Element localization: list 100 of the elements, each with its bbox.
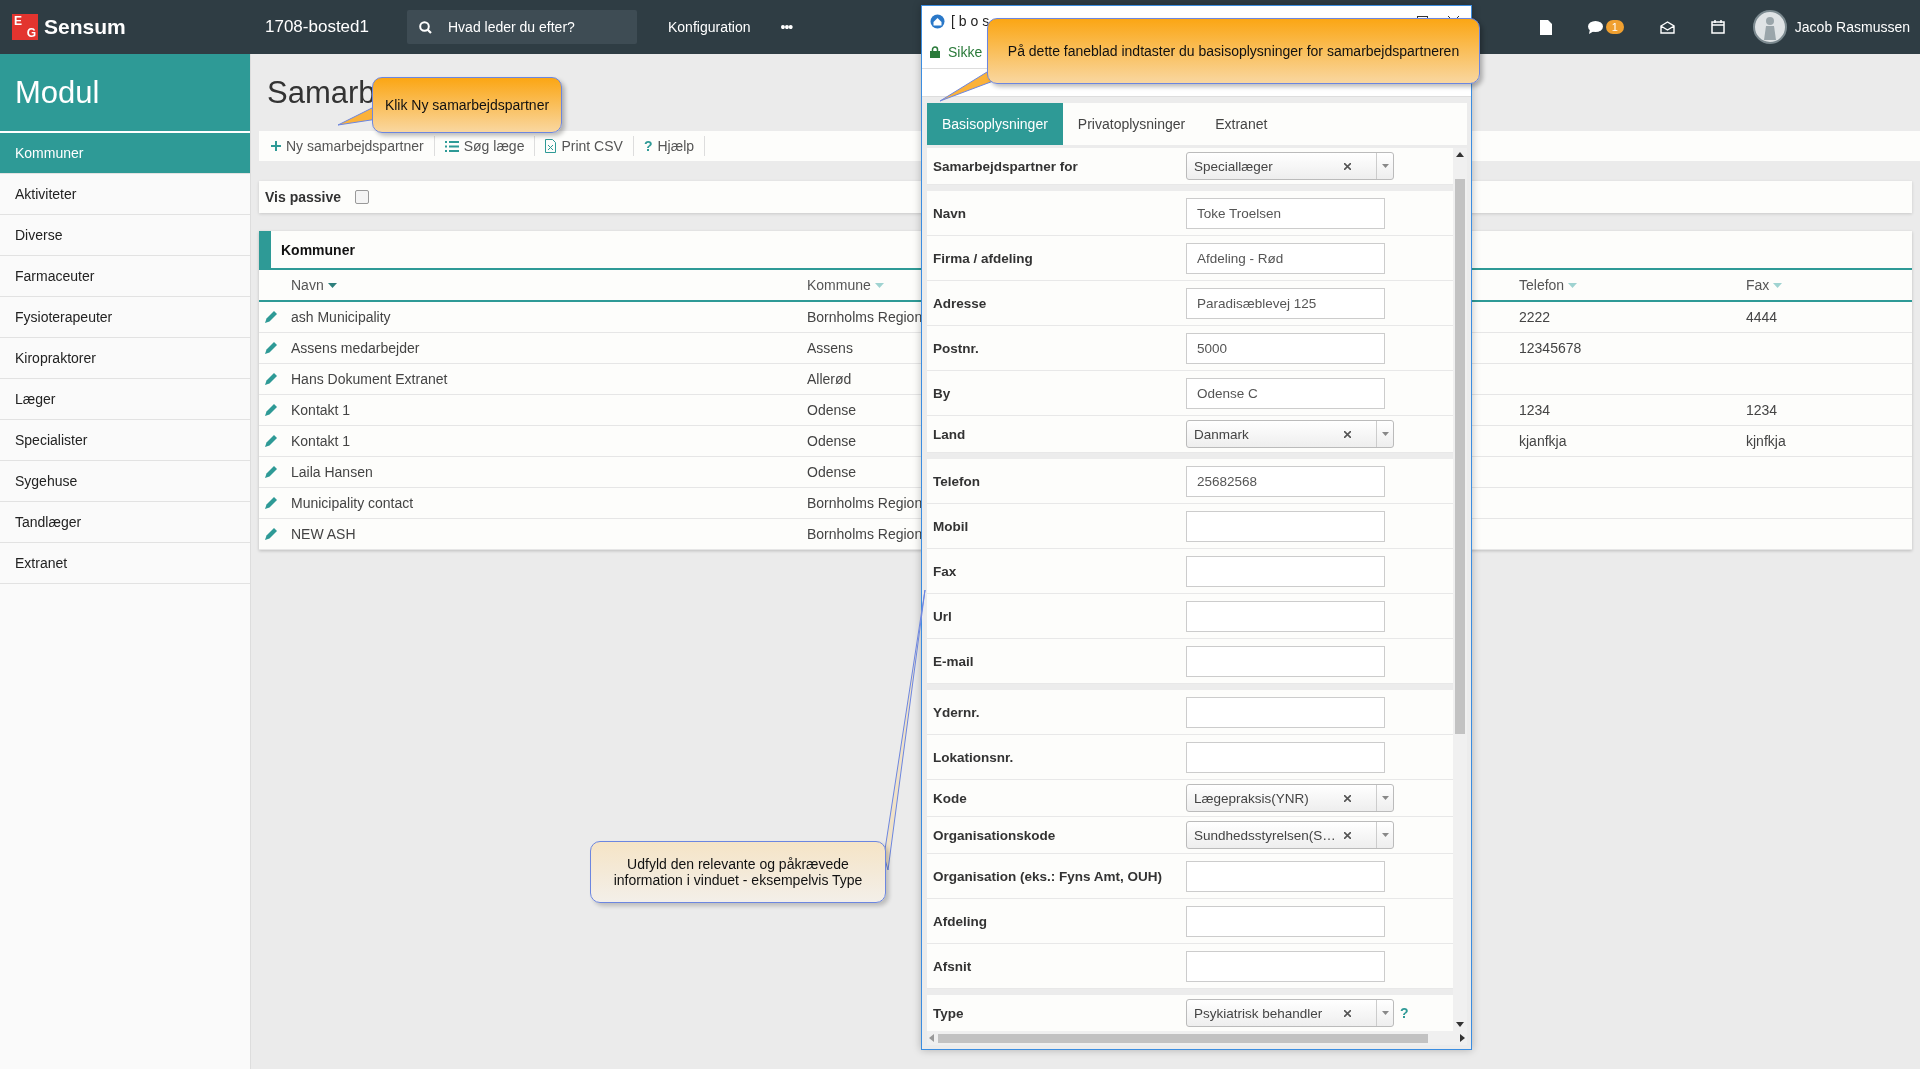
dropdown-caret-icon[interactable] <box>1381 833 1389 837</box>
clear-icon[interactable] <box>1344 1009 1351 1017</box>
field-label: Telefon <box>933 473 981 489</box>
tab[interactable]: Privatoplysninger <box>1062 103 1201 145</box>
column-header[interactable]: Navn <box>291 277 337 293</box>
pencil-icon[interactable] <box>265 497 277 509</box>
more-menu[interactable]: ••• <box>780 19 793 35</box>
sidebar-item[interactable]: Extranet <box>0 543 250 584</box>
chat-icon[interactable] <box>1587 20 1603 34</box>
toolbar-button[interactable]: Print CSV <box>535 136 634 156</box>
home-icon <box>930 13 945 29</box>
toolbar-button[interactable]: Søg læge <box>434 136 536 156</box>
text-field[interactable] <box>1186 645 1385 677</box>
sidebar-item[interactable]: Specialister <box>0 420 250 461</box>
dropdown-field[interactable]: Sundhedsstyrelsen(S… <box>1186 821 1394 849</box>
dropdown-caret-icon[interactable] <box>1381 432 1389 436</box>
text-field[interactable] <box>1186 600 1385 632</box>
sidebar-item[interactable]: Aktiviteter <box>0 174 250 215</box>
text-field[interactable] <box>1186 741 1385 773</box>
field-label: By <box>933 385 952 401</box>
address-text: Sikke <box>948 44 983 60</box>
pencil-icon[interactable] <box>265 435 277 447</box>
clear-icon[interactable] <box>1344 162 1351 170</box>
search-input[interactable]: Hvad leder du efter? <box>446 18 620 36</box>
window-title: [ b o s <box>951 13 990 29</box>
text-field[interactable] <box>1186 696 1385 728</box>
clear-icon[interactable] <box>1344 430 1351 438</box>
site-name[interactable]: 1708-bosted1 <box>265 17 369 37</box>
text-field[interactable]: 25682568 <box>1186 465 1385 497</box>
text-field[interactable] <box>1186 950 1385 982</box>
column-header[interactable]: Kommune <box>807 277 884 293</box>
notification-badge: 1 <box>1605 20 1624 34</box>
sidebar-item[interactable]: Kiropraktorer <box>0 338 250 379</box>
search-field[interactable]: Hvad leder du efter? <box>407 10 637 44</box>
pencil-icon[interactable] <box>265 466 277 478</box>
table-cell: ash Municipality <box>291 309 391 325</box>
dropdown-field[interactable]: Speciallæger <box>1186 152 1394 180</box>
brand-name: Sensum <box>44 15 126 39</box>
pencil-icon[interactable] <box>265 311 277 323</box>
pencil-icon[interactable] <box>265 373 277 385</box>
dropdown-caret-icon[interactable] <box>1381 796 1389 800</box>
text-field[interactable] <box>1186 555 1385 587</box>
sidebar-item[interactable]: Sygehuse <box>0 461 250 502</box>
pencil-icon[interactable] <box>265 342 277 354</box>
text-field[interactable]: Toke Troelsen <box>1186 197 1385 229</box>
field-label: E-mail <box>933 653 975 669</box>
scroll-right-icon[interactable] <box>1460 1034 1465 1042</box>
dropdown-field[interactable]: Danmark <box>1186 420 1394 448</box>
dropdown-field[interactable]: Lægepraksis(YNR) <box>1186 784 1394 812</box>
text-field[interactable] <box>1186 905 1385 937</box>
document-icon[interactable] <box>1539 19 1552 35</box>
scroll-left-icon[interactable] <box>929 1034 934 1042</box>
column-header[interactable]: Fax <box>1746 277 1783 293</box>
menu-link[interactable]: Konfiguration <box>668 19 751 35</box>
dropdown-caret-icon[interactable] <box>1381 164 1389 168</box>
dropdown-caret-icon[interactable] <box>1381 1011 1389 1015</box>
tab[interactable]: Extranet <box>1200 103 1283 145</box>
sidebar-item[interactable]: Diverse <box>0 215 250 256</box>
lock-icon <box>930 46 940 58</box>
clear-icon[interactable] <box>1344 831 1351 839</box>
field-label: Type <box>933 1005 965 1021</box>
text-field[interactable] <box>1186 510 1385 542</box>
toolbar-button[interactable]: ? Hjælp <box>633 136 706 156</box>
mail-icon[interactable] <box>1659 20 1675 34</box>
list-icon <box>444 140 459 152</box>
table-cell: Hans Dokument Extranet <box>291 371 448 387</box>
text-field[interactable] <box>1186 860 1385 892</box>
field-label: Fax <box>933 563 958 579</box>
field-label: Mobil <box>933 518 970 534</box>
sort-caret-icon[interactable] <box>327 282 337 288</box>
vertical-scrollbar[interactable] <box>1453 148 1467 1031</box>
sidebar-item[interactable]: Læger <box>0 379 250 420</box>
calendar-icon[interactable] <box>1710 20 1725 34</box>
pencil-icon[interactable] <box>265 528 277 540</box>
toolbar-button[interactable]: Ny samarbejdspartner <box>261 136 435 156</box>
logo: E G <box>12 14 38 40</box>
table-cell: Municipality contact <box>291 495 414 511</box>
scroll-down-icon[interactable] <box>1456 1022 1464 1027</box>
panel-title: Kommuner <box>281 241 355 258</box>
sidebar-item[interactable]: Farmaceuter <box>0 256 250 297</box>
table-cell: Assens medarbejder <box>291 340 420 356</box>
checkbox[interactable] <box>355 190 370 204</box>
table-cell: Allerød <box>807 371 852 387</box>
text-field[interactable]: Afdeling - Rød <box>1186 242 1385 274</box>
avatar-icon[interactable] <box>1752 10 1787 44</box>
field-label: Adresse <box>933 295 988 311</box>
dropdown-field[interactable]: Psykiatrisk behandler <box>1186 999 1394 1027</box>
user-name[interactable]: Jacob Rasmussen <box>1794 19 1910 35</box>
pencil-icon[interactable] <box>265 404 277 416</box>
text-field[interactable]: Odense C <box>1186 377 1385 409</box>
column-header[interactable]: Telefon <box>1519 277 1578 293</box>
clear-icon[interactable] <box>1344 794 1351 802</box>
text-field[interactable]: 5000 <box>1186 332 1385 364</box>
field-label: Afsnit <box>933 958 973 974</box>
horizontal-scrollbar[interactable] <box>927 1031 1467 1045</box>
sidebar-item[interactable]: Fysioterapeuter <box>0 297 250 338</box>
field-label: Kode <box>933 790 968 806</box>
scroll-up-icon[interactable] <box>1456 152 1464 157</box>
text-field[interactable]: Paradisæblevej 125 <box>1186 287 1385 319</box>
sidebar-item[interactable]: Tandlæger <box>0 502 250 543</box>
